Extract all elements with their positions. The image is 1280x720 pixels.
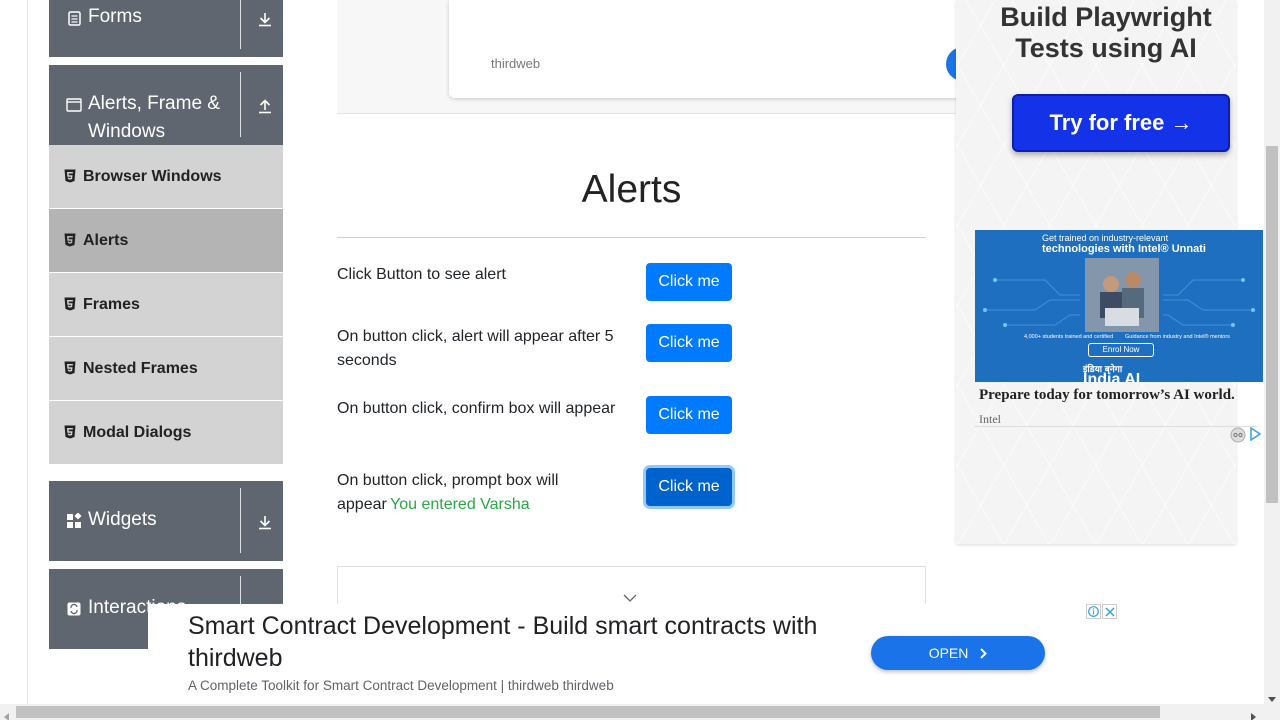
divider bbox=[975, 426, 1257, 427]
scrollbar-thumb[interactable] bbox=[16, 706, 1160, 718]
adchoices-icon[interactable] bbox=[1249, 426, 1262, 448]
sidebar-item-label: Alerts bbox=[83, 232, 129, 249]
timer-alert-button[interactable]: Click me bbox=[646, 324, 732, 362]
separator bbox=[240, 488, 241, 553]
bottom-ad[interactable]: Smart Contract Development - Build smart… bbox=[148, 604, 1117, 704]
download-arrow-icon[interactable] bbox=[257, 514, 273, 530]
right-ad-headline-line1: Build Playwright bbox=[1000, 2, 1212, 32]
html5-icon bbox=[64, 233, 76, 247]
left-rail bbox=[0, 0, 28, 720]
intel-ad-india-ai: India AI bbox=[1083, 371, 1141, 382]
prompt-button[interactable]: Click me bbox=[646, 468, 732, 506]
intel-ad[interactable]: Get trained on industry-relevant technol… bbox=[975, 230, 1263, 430]
sidebar-item-label: Modal Dialogs bbox=[83, 424, 192, 441]
right-ad-headline-line2: Tests using AI bbox=[1015, 33, 1197, 63]
html5-icon bbox=[64, 361, 76, 375]
window-icon bbox=[66, 97, 82, 113]
try-for-free-button[interactable]: Try for free → bbox=[1012, 94, 1230, 152]
ad-controls[interactable] bbox=[1086, 604, 1117, 619]
timer-alert-row-text: On button click, alert will appear after… bbox=[337, 328, 614, 369]
form-icon bbox=[66, 10, 82, 26]
sidebar-item-browser-windows[interactable]: Browser Windows bbox=[49, 145, 283, 209]
bottom-ad-subtitle: A Complete Toolkit for Smart Contract De… bbox=[188, 678, 614, 693]
adchoices[interactable] bbox=[1230, 426, 1262, 448]
upload-arrow-icon[interactable] bbox=[257, 98, 273, 114]
prompt-result: You entered Varsha bbox=[390, 496, 530, 513]
sidebar-item-modal-dialogs[interactable]: Modal Dialogs bbox=[49, 401, 283, 465]
sidebar-item-nested-frames[interactable]: Nested Frames bbox=[49, 337, 283, 401]
separator bbox=[240, 0, 241, 49]
sidebar-item-label: Nested Frames bbox=[83, 360, 198, 377]
sidebar-item-frames[interactable]: Frames bbox=[49, 273, 283, 337]
enrol-now-button[interactable]: Enrol Now bbox=[1088, 343, 1154, 357]
close-icon[interactable] bbox=[1102, 604, 1117, 619]
intel-ad-stat-left: 4,000+ students trained and certified bbox=[1024, 334, 1114, 340]
html5-icon bbox=[64, 297, 76, 311]
scrollbar-thumb[interactable] bbox=[1266, 146, 1278, 503]
group-forms[interactable]: Forms bbox=[49, 0, 283, 57]
divider bbox=[337, 237, 926, 238]
group-widgets[interactable]: Widgets bbox=[49, 481, 283, 561]
sidebar-item-label: Frames bbox=[83, 296, 140, 313]
alert-row-text: Click Button to see alert bbox=[337, 266, 506, 283]
sidebar-item-label: Browser Windows bbox=[83, 168, 222, 185]
group-alerts-frame-windows[interactable]: Alerts, Frame & Windows bbox=[49, 65, 283, 145]
bottom-ad-headline[interactable]: Smart Contract Development - Build smart… bbox=[188, 610, 868, 674]
intel-ad-image: Get trained on industry-relevant technol… bbox=[975, 230, 1263, 382]
right-ad-headline: Build Playwright Tests using AI bbox=[956, 2, 1236, 64]
intel-ad-stat-right: Guidance from industry and Intel® mentor… bbox=[1125, 334, 1230, 340]
intel-ad-line1: Get trained on industry-relevant bbox=[1042, 233, 1169, 243]
group-forms-label: Forms bbox=[88, 6, 142, 27]
scroll-left-arrow-icon[interactable] bbox=[4, 708, 10, 720]
alert-button[interactable]: Click me bbox=[646, 263, 732, 301]
scrollbar-corner bbox=[1264, 704, 1280, 720]
confirm-row-text: On button click, confirm box will appear bbox=[337, 400, 616, 417]
html5-icon bbox=[64, 425, 76, 439]
html5-icon bbox=[64, 169, 76, 183]
sidebar-item-alerts[interactable]: Alerts bbox=[49, 209, 283, 273]
horizontal-scrollbar[interactable] bbox=[0, 704, 1264, 720]
group-alerts-label-line2: Windows bbox=[88, 121, 166, 142]
chevron-right-icon bbox=[980, 637, 988, 671]
widgets-icon bbox=[66, 513, 82, 529]
students-photo bbox=[1085, 258, 1159, 332]
top-ad-brand: thirdweb bbox=[491, 56, 541, 71]
interactions-icon bbox=[66, 601, 82, 617]
ad-settings-icon[interactable] bbox=[1230, 427, 1246, 448]
top-ad-card[interactable]: thirdweb bbox=[449, 0, 969, 98]
confirm-button[interactable]: Click me bbox=[646, 396, 732, 434]
intel-ad-brand: Intel bbox=[979, 412, 1001, 426]
group-widgets-label: Widgets bbox=[88, 509, 157, 530]
vertical-scrollbar[interactable] bbox=[1264, 0, 1280, 704]
download-arrow-icon[interactable] bbox=[257, 11, 273, 27]
open-button-label: OPEN bbox=[928, 645, 969, 661]
scroll-right-arrow-icon[interactable] bbox=[1250, 708, 1256, 720]
group-alerts-label: Alerts, Frame & bbox=[88, 93, 220, 114]
separator bbox=[240, 72, 241, 137]
page-title: Alerts bbox=[581, 168, 682, 211]
info-icon[interactable] bbox=[1086, 604, 1101, 619]
open-button[interactable]: OPEN bbox=[871, 636, 1045, 670]
intel-ad-line2: technologies with Intel® Unnati bbox=[1042, 243, 1206, 255]
intel-ad-caption[interactable]: Prepare today for tomorrow’s AI world. bbox=[979, 387, 1235, 404]
